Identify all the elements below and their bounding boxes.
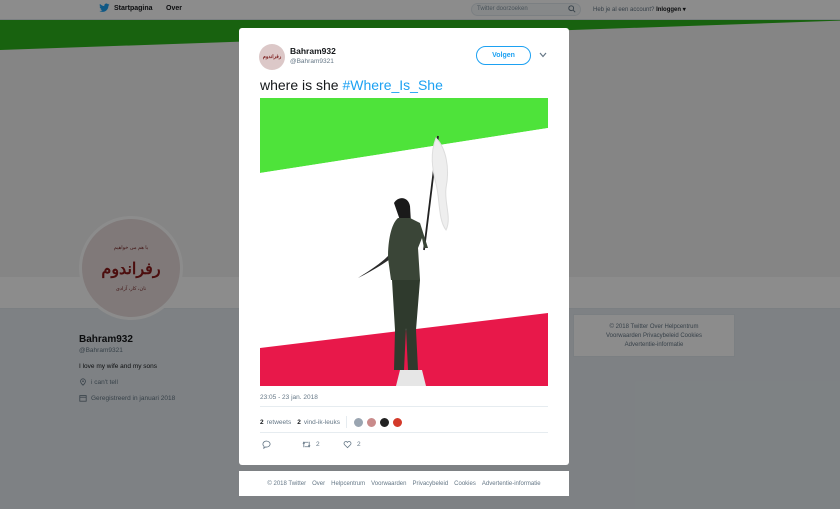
likes-label[interactable]: vind-ik-leuks — [304, 419, 340, 426]
footer-copyright: © 2018 Twitter — [267, 480, 307, 487]
liker-avatar[interactable] — [352, 416, 364, 428]
follow-button[interactable]: Volgen — [476, 46, 531, 65]
tweet-image[interactable] — [260, 98, 548, 386]
author-avatar[interactable]: رفراندوم — [259, 44, 285, 70]
tweet-text: where is she #Where_Is_She — [260, 77, 443, 93]
pedestal — [396, 370, 426, 386]
footer-privacy-link[interactable]: Privacybeleid — [412, 481, 448, 487]
liker-avatars — [352, 416, 405, 428]
liker-avatar[interactable] — [378, 416, 390, 428]
footer-help-link[interactable]: Helpcentrum — [331, 481, 365, 487]
tweet-body: where is she — [260, 77, 339, 93]
tweet-actions: 2 2 — [260, 440, 548, 452]
like-action-count: 2 — [357, 441, 361, 448]
heart-icon — [343, 441, 352, 449]
footer-over-link[interactable]: Over — [312, 481, 325, 487]
reply-button[interactable] — [262, 440, 276, 449]
liker-avatar[interactable] — [391, 416, 403, 428]
retweet-action-count: 2 — [316, 441, 320, 448]
footer-ads-link[interactable]: Advertentie-informatie — [482, 481, 541, 487]
retweet-icon — [302, 441, 311, 448]
tweet-hashtag[interactable]: #Where_Is_She — [342, 77, 442, 93]
stats-divider — [345, 416, 347, 428]
modal-footer: © 2018 Twitter Over Helpcentrum Voorwaar… — [239, 471, 569, 496]
author-name[interactable]: Bahram932 — [290, 46, 336, 56]
retweets-label[interactable]: retweets — [267, 419, 292, 426]
likes-count[interactable]: 2 — [297, 419, 301, 426]
retweet-button[interactable]: 2 — [302, 440, 320, 449]
tweet-timestamp[interactable]: 23:05 - 23 jan. 2018 — [260, 394, 318, 401]
retweets-count[interactable]: 2 — [260, 419, 264, 426]
footer-terms-link[interactable]: Voorwaarden — [371, 481, 406, 487]
divider — [260, 406, 548, 407]
divider — [260, 432, 548, 433]
reply-icon — [262, 440, 271, 449]
like-button[interactable]: 2 — [343, 440, 361, 449]
author-handle[interactable]: @Bahram9321 — [290, 58, 334, 65]
footer-cookies-link[interactable]: Cookies — [454, 481, 476, 487]
tweet-modal: رفراندوم Bahram932 @Bahram9321 Volgen wh… — [239, 28, 569, 465]
flag-woman-illustration — [260, 98, 548, 386]
liker-avatar[interactable] — [365, 416, 377, 428]
tweet-stats: 2 retweets 2 vind-ik-leuks — [260, 416, 405, 428]
author-avatar-text: رفراندوم — [262, 54, 282, 60]
chevron-down-icon[interactable] — [539, 52, 547, 58]
